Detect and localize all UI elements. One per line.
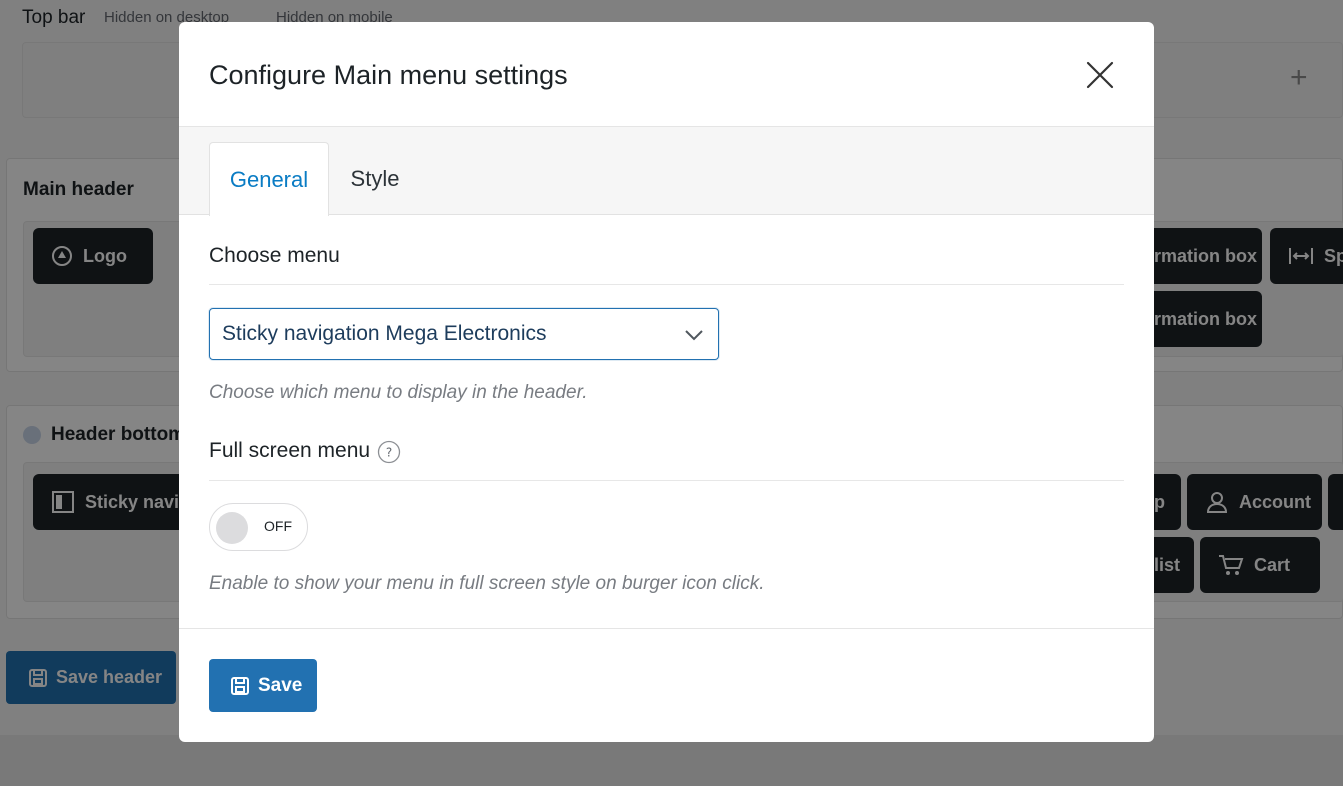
choose-menu-label: Choose menu	[209, 244, 340, 267]
tab-general[interactable]: General	[209, 142, 329, 216]
svg-text:?: ?	[386, 446, 392, 460]
save-button[interactable]: Save	[209, 659, 317, 712]
choose-menu-help: Choose which menu to display in the head…	[209, 382, 588, 403]
close-icon	[1086, 61, 1114, 89]
toggle-knob	[216, 512, 248, 544]
close-button[interactable]	[1079, 54, 1121, 96]
full-screen-menu-label: Full screen menu	[209, 439, 371, 462]
save-icon	[231, 676, 249, 695]
menu-select[interactable]: Sticky navigation Mega Electronics	[209, 308, 719, 360]
tab-style[interactable]: Style	[335, 142, 415, 216]
full-screen-menu-help: Enable to show your menu in full screen …	[209, 573, 765, 594]
menu-settings-modal: Configure Main menu settings General Sty…	[179, 22, 1154, 742]
toggle-state-label: OFF	[264, 518, 292, 534]
menu-select-value: Sticky navigation Mega Electronics	[222, 322, 547, 345]
divider	[209, 284, 1124, 285]
modal-header: Configure Main menu settings	[179, 22, 1154, 127]
full-screen-toggle[interactable]: OFF	[209, 503, 308, 551]
divider	[209, 480, 1124, 481]
chevron-down-icon	[685, 330, 703, 341]
tabs-bar: General Style	[179, 127, 1154, 216]
help-question-icon[interactable]: ?	[377, 440, 401, 464]
footer-divider	[179, 628, 1154, 629]
modal-title: Configure Main menu settings	[209, 60, 568, 90]
